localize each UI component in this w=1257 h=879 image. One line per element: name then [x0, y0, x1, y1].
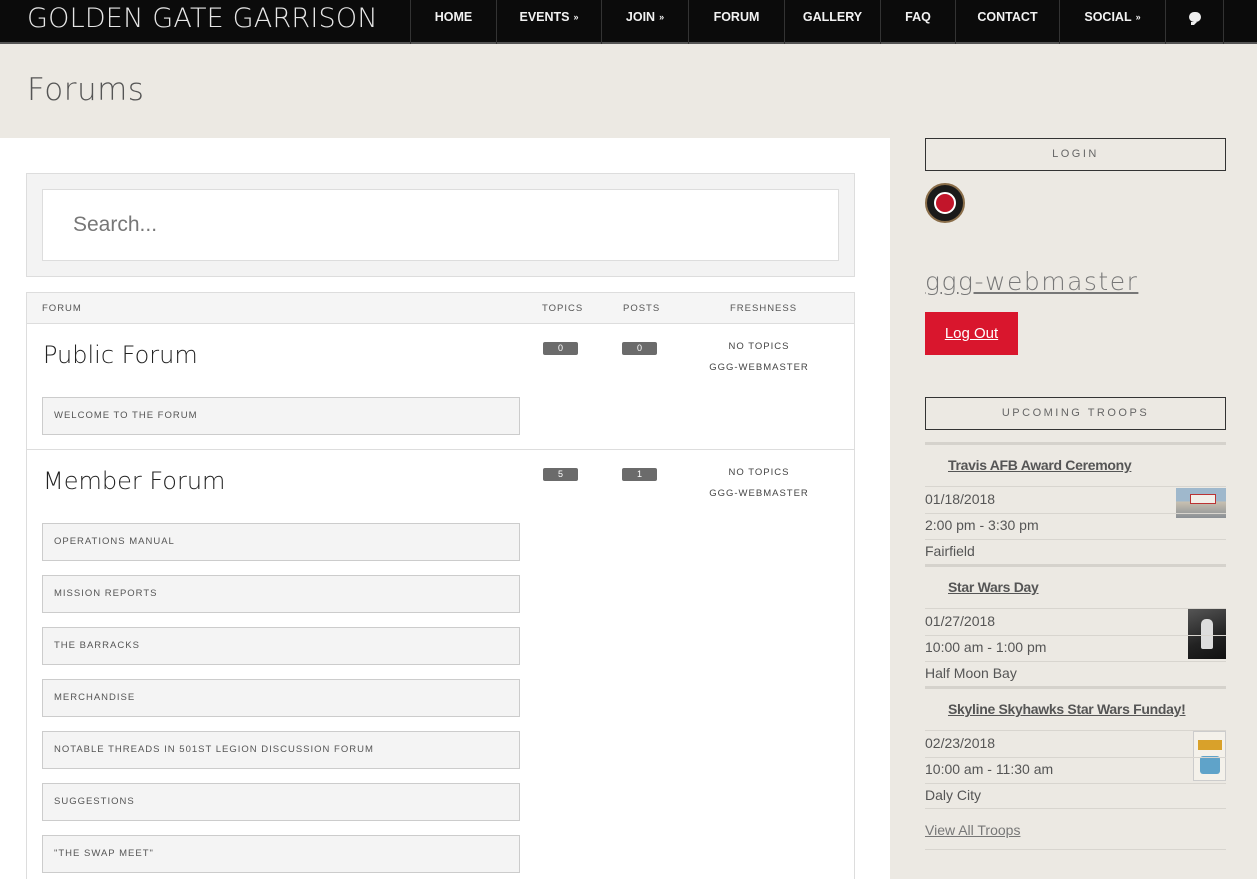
nav-join-label: JOIN — [625, 10, 656, 24]
troop-location: Half Moon Bay — [925, 665, 1017, 681]
subforum-link[interactable]: MISSION REPORTS — [42, 575, 520, 613]
troop-time: 2:00 pm - 3:30 pm — [925, 517, 1039, 533]
table-header: FORUM TOPICS POSTS FRESHNESS — [27, 293, 854, 324]
troop-time: 10:00 am - 11:30 am — [925, 761, 1054, 777]
username-link[interactable]: ggg-webmaster — [925, 267, 1138, 296]
chevron-down-icon: » — [659, 12, 665, 22]
avatar[interactable] — [925, 183, 965, 223]
troop-date: 01/27/2018 — [925, 613, 996, 629]
divider — [925, 783, 1226, 784]
nav-gallery-label: GALLERY — [802, 10, 863, 24]
troop-date: 02/23/2018 — [925, 735, 996, 751]
divider — [925, 539, 1226, 540]
site-brand[interactable]: GOLDEN GATE GARRISON — [27, 3, 378, 34]
nav-gallery[interactable]: GALLERY — [784, 0, 880, 44]
troop-date: 01/18/2018 — [925, 491, 996, 507]
page-title: Forums — [27, 72, 145, 108]
freshness-info: NO TOPICS GGG-WEBMASTER — [689, 462, 829, 504]
main-nav: HOME EVENTS» JOIN» FORUM GALLERY FAQ CON… — [410, 0, 1224, 44]
topics-count-badge: 5 — [543, 468, 578, 481]
login-widget-title: LOGIN — [925, 138, 1226, 171]
subforum-link[interactable]: NOTABLE THREADS IN 501ST LEGION DISCUSSI… — [42, 731, 520, 769]
forum-title-public[interactable]: Public Forum — [43, 341, 198, 369]
view-all-troops-link[interactable]: View All Troops — [925, 822, 1020, 838]
comment-icon — [1188, 12, 1201, 25]
header-forum: FORUM — [42, 303, 82, 314]
nav-home[interactable]: HOME — [410, 0, 496, 44]
nav-social-label: SOCIAL — [1084, 10, 1132, 24]
subforum-link[interactable]: OPERATIONS MANUAL — [42, 523, 520, 561]
divider — [925, 661, 1226, 662]
troop-divider — [925, 686, 1226, 689]
troops-widget-title: UPCOMING TROOPS — [925, 397, 1226, 430]
main-content: FORUM TOPICS POSTS FRESHNESS Public Foru… — [0, 138, 890, 879]
forum-row-member: Member Forum 5 1 NO TOPICS GGG-WEBMASTER… — [27, 450, 854, 879]
top-navbar: GOLDEN GATE GARRISON HOME EVENTS» JOIN» … — [0, 0, 1257, 44]
photo-figure-icon — [1201, 619, 1213, 649]
troop-divider — [925, 564, 1226, 567]
troop-time: 10:00 am - 1:00 pm — [925, 639, 1047, 655]
search-input[interactable] — [42, 189, 839, 261]
divider — [925, 757, 1226, 758]
garrison-logo-icon — [934, 192, 956, 214]
subforum-link[interactable]: "THE SWAP MEET" — [42, 835, 520, 873]
troop-thumbnail[interactable] — [1193, 731, 1226, 781]
troop-title-link[interactable]: Star Wars Day — [948, 579, 1039, 595]
forum-title-member[interactable]: Member Forum — [43, 467, 225, 495]
divider — [925, 486, 1226, 487]
nav-events-label: EVENTS — [519, 10, 570, 24]
subforum-link[interactable]: THE BARRACKS — [42, 627, 520, 665]
header-posts: POSTS — [623, 303, 661, 314]
nav-faq[interactable]: FAQ — [880, 0, 955, 44]
subforum-link[interactable]: SUGGESTIONS — [42, 783, 520, 821]
nav-contact-label: CONTACT — [977, 10, 1038, 24]
divider — [925, 635, 1226, 636]
freshness-info: NO TOPICS GGG-WEBMASTER — [689, 336, 829, 378]
topics-count-badge: 0 — [543, 342, 578, 355]
troop-thumbnail[interactable] — [1188, 609, 1226, 659]
header-topics: TOPICS — [542, 303, 584, 314]
forum-table: FORUM TOPICS POSTS FRESHNESS Public Foru… — [26, 292, 855, 879]
troop-location: Daly City — [925, 787, 982, 803]
poster-art-icon — [1198, 740, 1222, 750]
divider — [925, 608, 1226, 609]
troop-title-link[interactable]: Travis AFB Award Ceremony — [948, 457, 1132, 473]
nav-forum-label: FORUM — [713, 10, 760, 24]
poster-art-icon — [1200, 756, 1220, 774]
nav-social[interactable]: SOCIAL» — [1059, 0, 1165, 44]
banner-icon — [1190, 494, 1216, 504]
nav-faq-label: FAQ — [905, 10, 931, 24]
freshness-user-link[interactable]: GGG-WEBMASTER — [689, 357, 829, 378]
divider — [925, 730, 1226, 731]
troop-location: Fairfield — [925, 543, 975, 559]
posts-count-badge: 0 — [622, 342, 657, 355]
nav-home-label: HOME — [434, 10, 473, 24]
subforum-link[interactable]: MERCHANDISE — [42, 679, 520, 717]
posts-count-badge: 1 — [622, 468, 657, 481]
nav-join[interactable]: JOIN» — [601, 0, 688, 44]
chevron-down-icon: » — [1135, 12, 1141, 22]
freshness-user-link[interactable]: GGG-WEBMASTER — [689, 483, 829, 504]
freshness-text: NO TOPICS — [728, 467, 790, 478]
nav-contact[interactable]: CONTACT — [955, 0, 1059, 44]
forum-row-public: Public Forum 0 0 NO TOPICS GGG-WEBMASTER… — [27, 324, 854, 450]
freshness-text: NO TOPICS — [728, 341, 790, 352]
search-box — [26, 173, 855, 277]
divider — [925, 808, 1226, 809]
nav-forum[interactable]: FORUM — [688, 0, 784, 44]
header-freshness: FRESHNESS — [730, 303, 798, 314]
troop-title-link[interactable]: Skyline Skyhawks Star Wars Funday! — [948, 701, 1186, 717]
divider — [925, 849, 1226, 850]
subforum-link[interactable]: WELCOME TO THE FORUM — [42, 397, 520, 435]
nav-chat[interactable] — [1165, 0, 1224, 44]
divider — [925, 513, 1226, 514]
nav-events[interactable]: EVENTS» — [496, 0, 601, 44]
chevron-down-icon: » — [573, 12, 579, 22]
logout-button[interactable]: Log Out — [925, 312, 1018, 355]
troop-divider — [925, 442, 1226, 445]
